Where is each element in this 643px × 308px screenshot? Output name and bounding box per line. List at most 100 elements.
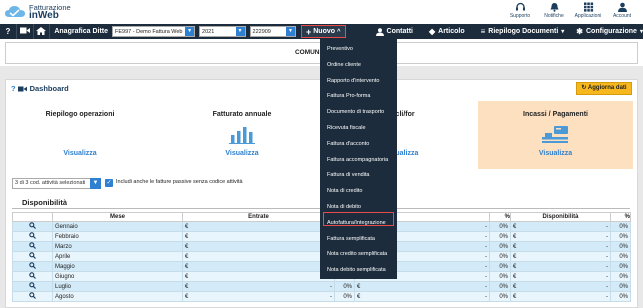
menu-item[interactable]: Documento di trasporto — [327, 109, 384, 115]
operations-icon — [67, 124, 93, 144]
search-icon[interactable] — [12, 281, 53, 292]
pct-cell: 0% — [489, 251, 511, 262]
currency-cell: €- — [182, 281, 335, 292]
euro-sign: € — [357, 283, 361, 290]
activity-code-select[interactable]: 3 di 3 cod. attività selezionati — [12, 178, 99, 189]
header-entrate[interactable]: Entrate — [182, 212, 335, 222]
currency-cell: €- — [182, 291, 335, 302]
euro-sign: € — [357, 293, 361, 300]
riepilogo-documenti-menu[interactable]: ≡ Riepilogo Documenti ▾ — [481, 27, 565, 36]
video-icon[interactable] — [17, 86, 27, 92]
help-icon[interactable]: ? — [0, 27, 16, 36]
chevron-down-icon[interactable]: ▼ — [90, 178, 101, 189]
anagrafica-ditte-link[interactable]: Anagrafica Ditte — [50, 28, 112, 35]
header-mese[interactable]: Mese — [52, 212, 183, 222]
chevron-down-icon: ▾ — [561, 29, 565, 35]
articolo-link[interactable]: ◆ Articolo — [429, 27, 465, 36]
tag-icon: ◆ — [429, 27, 436, 36]
help-icon[interactable]: ? — [11, 84, 16, 93]
year-select[interactable]: 2021 ▼ — [199, 26, 246, 37]
amount-value: - — [606, 243, 608, 250]
search-icon[interactable] — [12, 241, 53, 252]
pct-cell: 0% — [610, 231, 631, 242]
menu-item[interactable]: Ricevuta fiscale — [327, 125, 366, 131]
currency-cell: €- — [510, 271, 611, 282]
amount-value: - — [606, 293, 608, 300]
menu-item[interactable]: Nota di debito — [327, 204, 361, 210]
card-incassi-pagamenti[interactable]: Incassi / Pagamenti Visualizza — [478, 101, 633, 169]
amount-value: - — [485, 253, 487, 260]
amount-value: - — [330, 293, 332, 300]
dashboard-title: Dashboard — [29, 84, 69, 93]
currency-cell: €- — [182, 241, 335, 252]
search-icon[interactable] — [12, 261, 53, 272]
menu-item[interactable]: Fattura di vendita — [327, 172, 370, 178]
apps-link[interactable]: Applicazioni — [571, 2, 605, 19]
currency-cell: €- — [182, 231, 335, 242]
activity-select-value: 3 di 3 cod. attività selezionati — [15, 180, 86, 186]
visualizza-link[interactable]: Visualizza — [30, 150, 130, 157]
bar-chart-icon — [229, 127, 255, 144]
header-empty — [12, 212, 53, 222]
grid-icon — [583, 2, 593, 12]
visualizza-link[interactable]: Visualizza — [192, 150, 292, 157]
euro-sign: € — [513, 273, 517, 280]
main-navbar: ? Anagrafica Ditte FE997 - Demo Fattura … — [0, 24, 643, 39]
top-links: Supporto Notifiche Applicazioni Account — [503, 2, 639, 19]
menu-item[interactable]: Nota debito semplificata — [327, 267, 386, 273]
menu-item[interactable]: Nota credito semplificata — [327, 251, 387, 257]
amount-value: - — [606, 253, 608, 260]
currency-cell: €- — [510, 251, 611, 262]
search-icon[interactable] — [12, 291, 53, 302]
header-pct[interactable]: % — [489, 212, 511, 222]
search-icon[interactable] — [12, 231, 53, 242]
account-label: Account — [612, 13, 632, 19]
articolo-label: Articolo — [438, 28, 465, 35]
chevron-down-icon: ▼ — [285, 27, 295, 36]
brand-line2: inWeb — [29, 10, 59, 21]
configurazione-menu[interactable]: ✱ Configurazione ▾ — [576, 27, 643, 36]
amount-value: - — [606, 233, 608, 240]
currency-cell: €- — [182, 271, 335, 282]
search-icon[interactable] — [12, 271, 53, 282]
notifications-link[interactable]: Notifiche — [537, 2, 571, 19]
currency-cell: €- — [182, 261, 335, 272]
pct-cell: 0% — [610, 291, 631, 302]
currency-cell: €- — [510, 241, 611, 252]
search-icon[interactable] — [12, 221, 53, 232]
refresh-data-button[interactable]: ↻ Aggiorna dati — [576, 82, 632, 95]
app-logo[interactable]: Fatturazione inWeb — [4, 3, 71, 21]
account-link[interactable]: Account — [605, 2, 639, 19]
ditta-select[interactable]: FE997 - Demo Fattura Web ▼ — [112, 26, 196, 37]
menu-item[interactable]: Ordine cliente — [327, 62, 361, 68]
visualizza-link[interactable]: Visualizza — [478, 150, 633, 157]
menu-item[interactable]: Nota di credito — [327, 188, 362, 194]
month-cell: Gennaio — [52, 221, 183, 232]
refresh-label: Aggiorna dati — [587, 85, 627, 91]
include-passive-checkbox[interactable]: ✓ — [105, 179, 113, 187]
support-link[interactable]: Supporto — [503, 2, 537, 19]
header-pct[interactable]: % — [610, 212, 631, 222]
menu-item[interactable]: Fattura d'acconto — [327, 141, 369, 147]
cloud-logo-icon — [5, 6, 25, 17]
pct-cell: 0% — [489, 231, 511, 242]
video-icon[interactable] — [17, 27, 33, 36]
amount-value: - — [485, 243, 487, 250]
nuovo-button[interactable]: + Nuovo ^ — [300, 25, 346, 38]
header-disponibilita[interactable]: Disponibilità — [510, 212, 611, 222]
pct-cell: 0% — [610, 261, 631, 272]
contatti-link[interactable]: Contatti — [375, 27, 413, 36]
amount-value: - — [485, 293, 487, 300]
month-cell: Giugno — [52, 271, 183, 282]
menu-item[interactable]: Rapporto d'intervento — [327, 78, 379, 84]
search-icon[interactable] — [12, 251, 53, 262]
menu-item[interactable]: Fattura accompagnatoria — [327, 157, 388, 163]
menu-item[interactable]: Fattura semplificata — [327, 236, 375, 242]
home-icon[interactable] — [34, 26, 50, 37]
card-title: Riepilogo operazioni — [45, 111, 115, 118]
menu-item[interactable]: Fattura Pro-forma — [327, 93, 370, 99]
menu-item[interactable]: Preventivo — [327, 46, 353, 52]
code-select[interactable]: 222909 ▼ — [249, 26, 296, 37]
plus-icon: + — [305, 26, 312, 37]
euro-sign: € — [185, 283, 189, 290]
